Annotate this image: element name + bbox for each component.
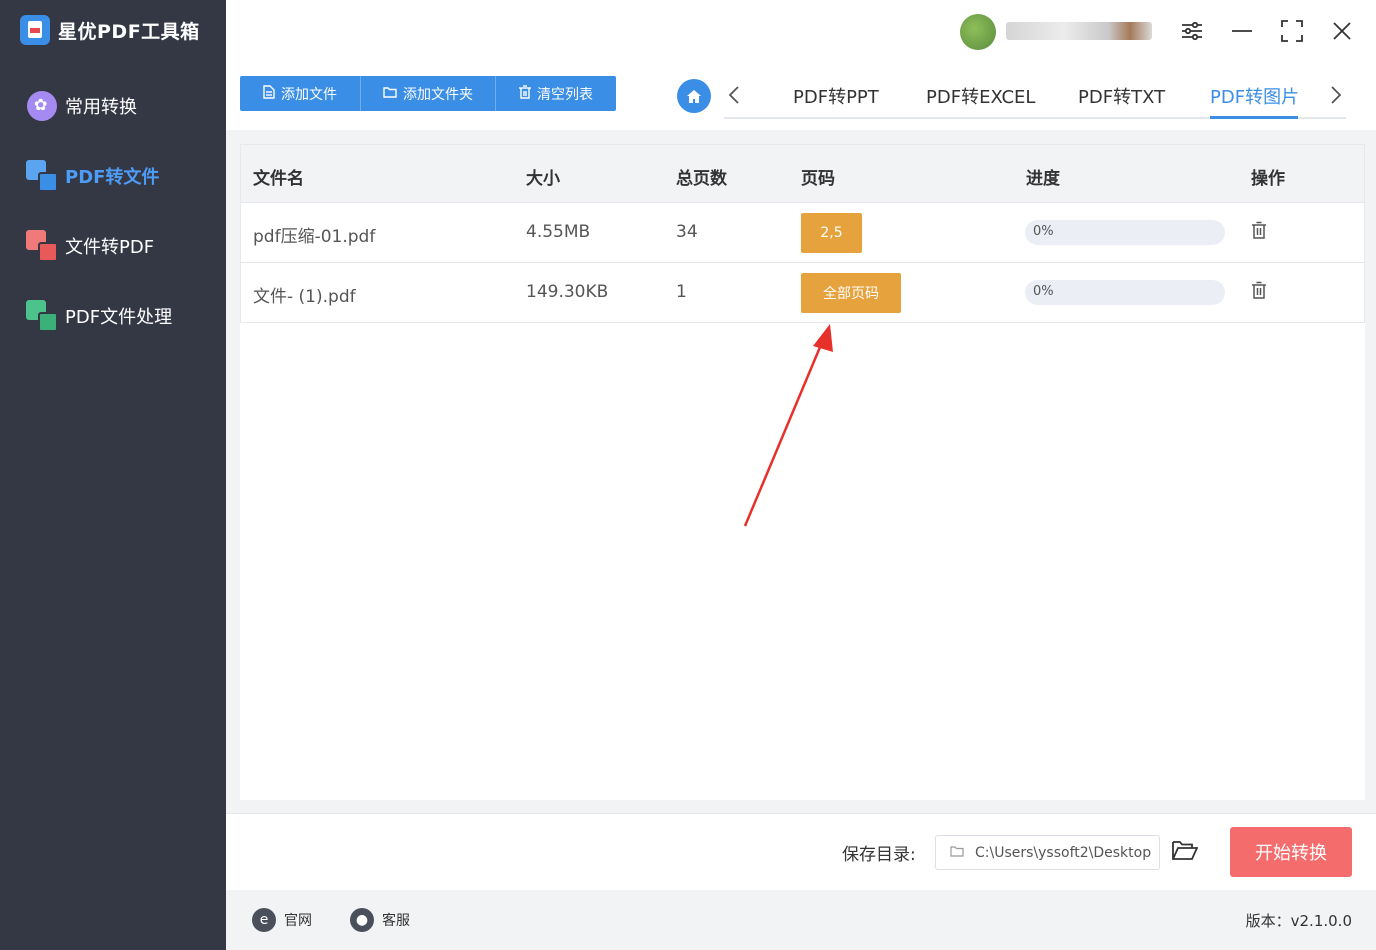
file-size: 149.30KB: [526, 282, 609, 302]
file-table: 文件名 大小 总页数 页码 进度 操作 pdf压缩-01.pdf 4.55MB …: [240, 144, 1365, 800]
home-icon: [687, 89, 701, 103]
pdf-to-file-icon: [26, 160, 58, 192]
website-link[interactable]: e 官网: [252, 908, 312, 932]
progress-bar: 0%: [1025, 280, 1225, 305]
sidebar-item-label: 常用转换: [65, 97, 137, 118]
sidebar-item-label: 文件转PDF: [65, 237, 155, 258]
progress-bar: 0%: [1025, 220, 1225, 245]
pdf-process-icon: [26, 300, 58, 332]
column-header-name: 文件名: [253, 169, 304, 189]
tab-pdf-to-image[interactable]: PDF转图片: [1210, 83, 1299, 108]
sidebar-item-label: PDF文件处理: [65, 307, 173, 328]
column-header-progress: 进度: [1026, 169, 1060, 189]
file-icon: [263, 84, 275, 103]
flower-icon: [26, 90, 58, 122]
sidebar-item-file-to-pdf[interactable]: 文件转PDF: [26, 228, 154, 264]
file-name: pdf压缩-01.pdf: [253, 227, 376, 247]
progress-value: 0%: [1033, 224, 1054, 239]
table-row: 文件- (1).pdf 149.30KB 1 全部页码 0%: [240, 263, 1365, 323]
pdf-doc-icon: [20, 15, 50, 45]
file-toolbar: 添加文件 添加文件夹 清空列表: [240, 76, 616, 111]
file-to-pdf-icon: [26, 230, 58, 262]
sidebar-item-pdf-to-file[interactable]: PDF转文件: [26, 158, 159, 194]
active-tab-indicator: [1210, 116, 1298, 119]
website-label: 官网: [284, 913, 312, 929]
footer: e 官网 ● 客服 版本：v2.1.0.0: [226, 890, 1376, 950]
trash-icon: [519, 84, 531, 103]
username-blurred: [1006, 22, 1152, 40]
close-icon[interactable]: [1327, 16, 1357, 46]
sidebar-item-pdf-process[interactable]: PDF文件处理: [26, 298, 172, 334]
add-file-label: 添加文件: [281, 86, 337, 103]
app-brand: 星优PDF工具箱: [20, 14, 200, 46]
folder-icon: [950, 846, 964, 857]
tab-pdf-to-excel[interactable]: PDF转EXCEL: [926, 83, 1035, 108]
open-folder-icon[interactable]: [1172, 839, 1200, 865]
output-panel: 保存目录: C:\Users\yssoft2\Desktop 开始转换: [226, 813, 1376, 890]
maximize-icon[interactable]: [1277, 16, 1307, 46]
sidebar-item-common-convert[interactable]: 常用转换: [26, 88, 137, 124]
ie-browser-icon: e: [252, 908, 276, 932]
page-range-button[interactable]: 2,5: [801, 213, 862, 253]
version-label: 版本：v2.1.0.0: [1245, 912, 1352, 930]
save-dir-value: C:\Users\yssoft2\Desktop: [975, 845, 1152, 861]
save-dir-label: 保存目录:: [842, 845, 916, 865]
page-count: 1: [676, 282, 687, 302]
support-label: 客服: [382, 913, 410, 929]
progress-value: 0%: [1033, 284, 1054, 299]
delete-trash-icon[interactable]: [1251, 221, 1271, 243]
column-header-pages: 总页数: [676, 169, 727, 189]
home-button[interactable]: [677, 79, 711, 113]
avatar[interactable]: [960, 14, 996, 50]
page-range-button[interactable]: 全部页码: [801, 273, 901, 313]
table-row: pdf压缩-01.pdf 4.55MB 34 2,5 0%: [240, 203, 1365, 263]
clear-list-label: 清空列表: [537, 86, 593, 103]
folder-icon: [383, 86, 397, 102]
chat-bubble-icon: ●: [350, 908, 374, 932]
delete-trash-icon[interactable]: [1251, 281, 1271, 303]
settings-sliders-icon[interactable]: [1177, 16, 1207, 46]
minimize-icon[interactable]: [1227, 16, 1257, 46]
column-header-actions: 操作: [1251, 169, 1285, 189]
tabs-prev-chevron-icon[interactable]: [722, 80, 746, 110]
file-size: 4.55MB: [526, 222, 591, 242]
tab-pdf-to-txt[interactable]: PDF转TXT: [1078, 83, 1165, 108]
file-name: 文件- (1).pdf: [253, 287, 356, 307]
sidebar-item-label: PDF转文件: [65, 167, 160, 188]
support-link[interactable]: ● 客服: [350, 908, 410, 932]
add-file-button[interactable]: 添加文件: [240, 76, 361, 111]
column-header-size: 大小: [526, 169, 560, 189]
tabs-next-chevron-icon[interactable]: [1324, 80, 1348, 110]
sidebar: 星优PDF工具箱 常用转换 PDF转文件 文件转PDF PDF文件处理: [0, 0, 226, 950]
clear-list-button[interactable]: 清空列表: [496, 76, 616, 111]
table-header: 文件名 大小 总页数 页码 进度 操作: [240, 144, 1365, 203]
tab-pdf-to-ppt[interactable]: PDF转PPT: [793, 83, 879, 108]
save-dir-input[interactable]: C:\Users\yssoft2\Desktop: [935, 835, 1160, 870]
start-convert-button[interactable]: 开始转换: [1230, 827, 1352, 877]
page-count: 34: [676, 222, 698, 242]
app-title: 星优PDF工具箱: [58, 20, 200, 43]
column-header-page-range: 页码: [801, 169, 835, 189]
add-folder-label: 添加文件夹: [403, 86, 473, 103]
add-folder-button[interactable]: 添加文件夹: [361, 76, 496, 111]
